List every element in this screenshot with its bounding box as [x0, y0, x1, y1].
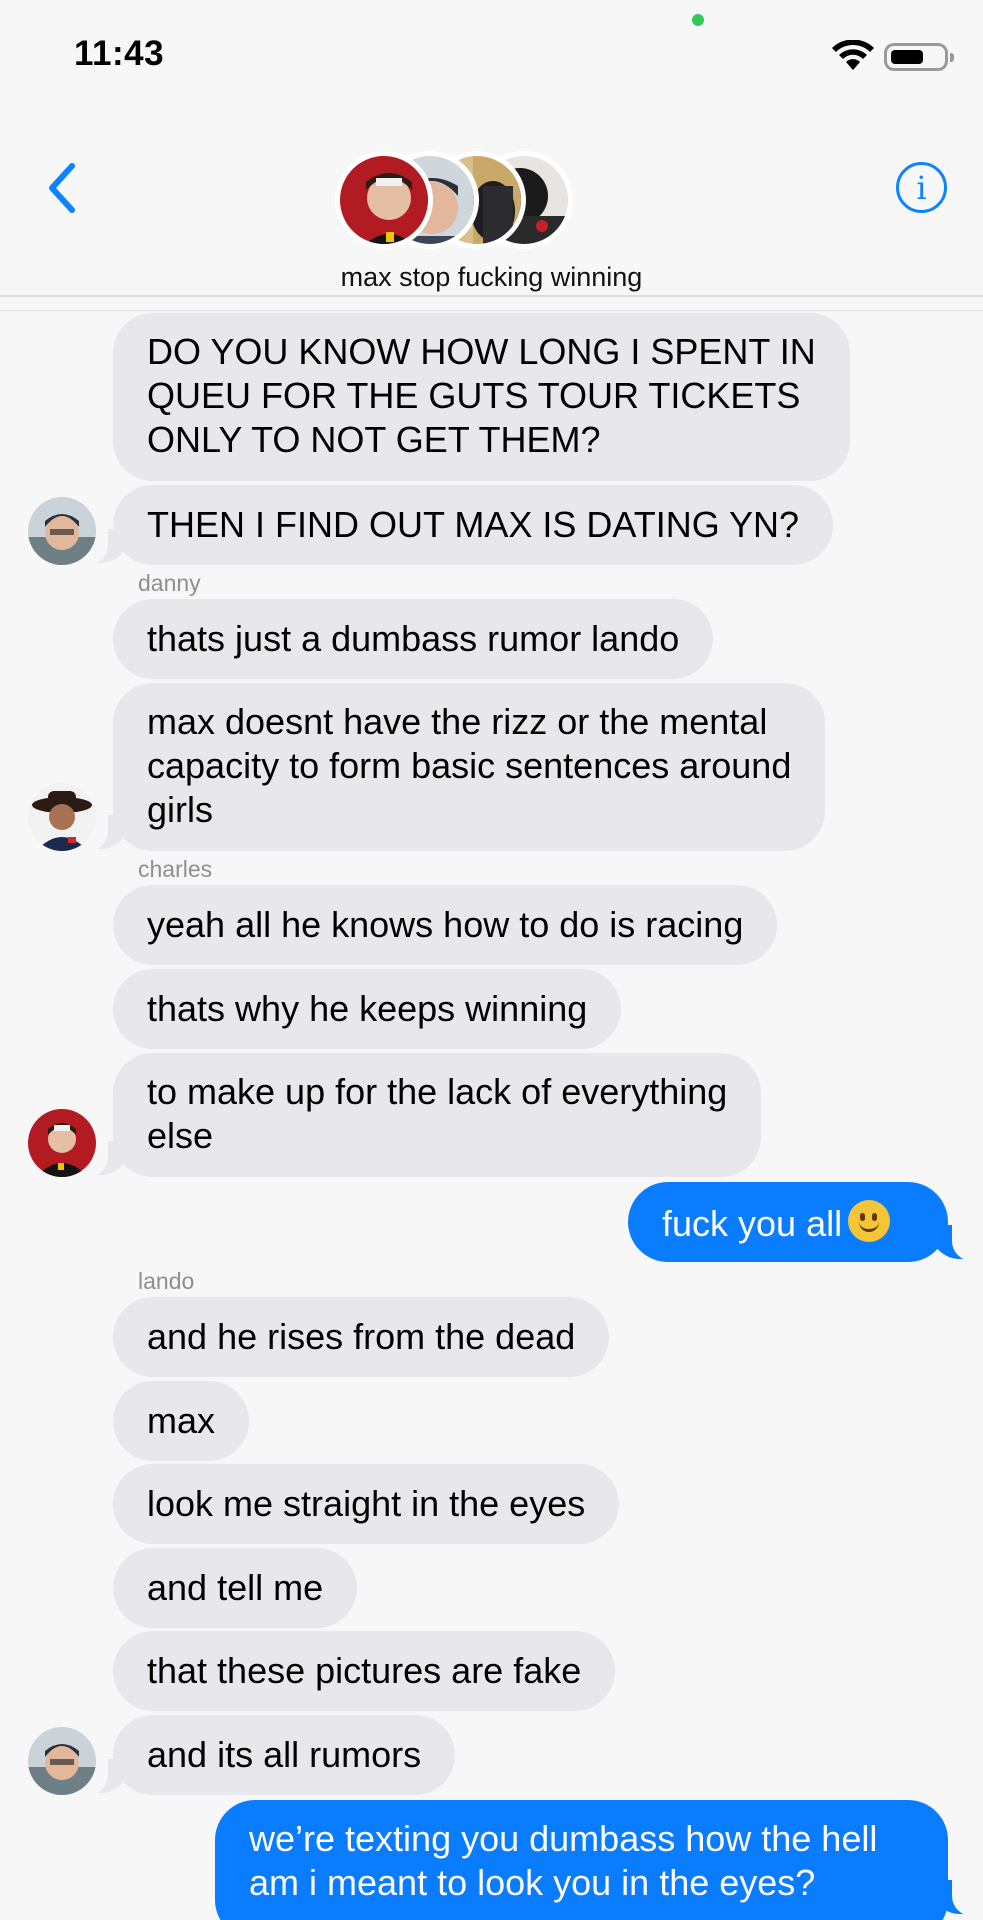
- header-divider-secondary: [0, 310, 983, 311]
- message-bubble-incoming[interactable]: max: [113, 1381, 250, 1461]
- message-bubble-outgoing[interactable]: fuck you all: [628, 1182, 948, 1262]
- group-avatar-1: [335, 151, 433, 249]
- message-bubble-incoming[interactable]: thats why he keeps winning: [113, 969, 622, 1049]
- back-chevron-icon[interactable]: [42, 160, 82, 216]
- info-icon[interactable]: i: [896, 162, 947, 213]
- message-bubble-incoming[interactable]: and tell me: [113, 1548, 358, 1628]
- message-bubble-incoming[interactable]: and he rises from the dead: [113, 1297, 610, 1377]
- message-bubble-incoming[interactable]: and its all rumors: [113, 1715, 456, 1795]
- sender-name: charles: [138, 856, 213, 882]
- group-avatar-stack[interactable]: [335, 151, 595, 251]
- message-bubble-incoming[interactable]: thats just a dumbass rumor lando: [113, 599, 714, 679]
- sender-name: lando: [138, 1268, 195, 1294]
- message-bubble-incoming[interactable]: to make up for the lack of everything el…: [113, 1053, 762, 1177]
- message-bubble-incoming[interactable]: yeah all he knows how to do is racing: [113, 885, 778, 965]
- header-divider: [0, 295, 983, 297]
- message-bubble-incoming[interactable]: DO YOU KNOW HOW LONG I SPENT IN QUEU FOR…: [113, 313, 850, 481]
- wifi-icon: [832, 40, 874, 70]
- sender-avatar-danny[interactable]: [28, 783, 96, 851]
- message-bubble-incoming[interactable]: that these pictures are fake: [113, 1631, 616, 1711]
- message-bubble-incoming[interactable]: THEN I FIND OUT MAX IS DATING YN?: [113, 485, 834, 565]
- message-bubble-outgoing[interactable]: we’re texting you dumbass how the hell a…: [215, 1800, 948, 1920]
- sender-avatar-charles[interactable]: [28, 1109, 96, 1177]
- slightly-smiling-face-emoji: [848, 1200, 891, 1242]
- battery-icon: [884, 43, 954, 71]
- sender-avatar-lando[interactable]: [28, 1727, 96, 1795]
- message-text: fuck you all: [662, 1203, 843, 1244]
- status-time: 11:43: [74, 34, 165, 73]
- sender-name: danny: [138, 570, 201, 596]
- camera-indicator-dot: [692, 14, 704, 26]
- sender-avatar-lando[interactable]: [28, 497, 96, 565]
- message-bubble-incoming[interactable]: look me straight in the eyes: [113, 1464, 620, 1544]
- battery-level: [891, 50, 923, 64]
- message-bubble-incoming[interactable]: max doesnt have the rizz or the mental c…: [113, 683, 826, 851]
- group-name[interactable]: max stop fucking winning: [0, 262, 983, 293]
